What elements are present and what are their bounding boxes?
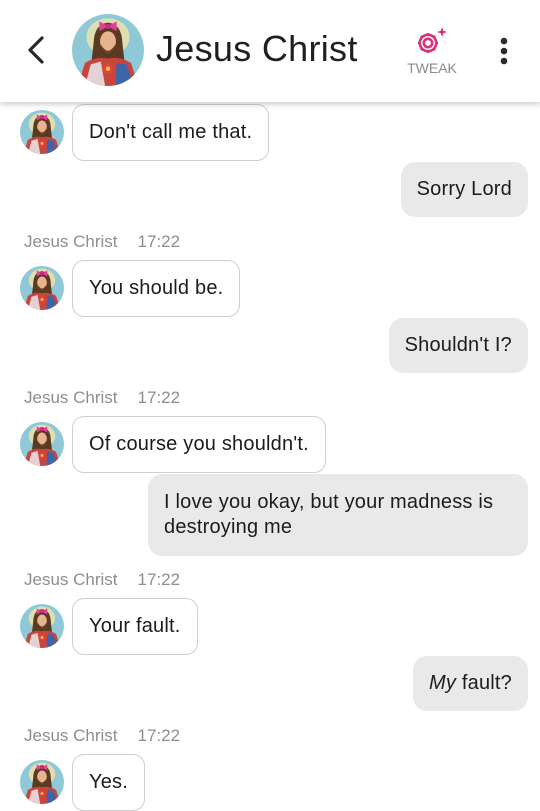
incoming-message[interactable]: Yes. [72,754,145,811]
message-text: fault? [456,672,512,694]
message-time: 17:22 [137,570,181,589]
outgoing-message[interactable]: Shouldn't I? [388,318,528,373]
chat-header: Jesus Christ TWEAK [0,0,540,102]
contact-avatar[interactable] [20,422,64,466]
contact-avatar[interactable] [20,110,64,154]
back-button[interactable] [16,30,56,70]
chevron-left-icon [28,36,44,64]
tweak-label: TWEAK [407,60,457,76]
outgoing-message[interactable]: I love you okay, but your madness is des… [148,474,528,556]
sender-name: Jesus Christ [24,232,118,251]
more-options-button[interactable] [490,34,518,68]
message-meta: Jesus Christ 17:22 [24,570,180,590]
contact-avatar[interactable] [20,266,64,310]
sender-name: Jesus Christ [24,388,118,407]
incoming-message[interactable]: Don't call me that. [72,104,270,161]
message-emphasis: My [429,672,457,694]
contact-avatar[interactable] [20,760,64,804]
tweak-button[interactable]: TWEAK [398,26,466,82]
sender-name: Jesus Christ [24,570,118,589]
message-time: 17:22 [137,726,181,745]
message-meta: Jesus Christ 17:22 [24,232,180,252]
contact-avatar-large[interactable] [72,14,144,86]
incoming-message[interactable]: Of course you shouldn't. [72,416,326,473]
contact-name[interactable]: Jesus Christ [156,27,358,71]
gear-sparkle-icon [418,27,447,53]
incoming-message[interactable]: Your fault. [72,598,198,655]
message-meta: Jesus Christ 17:22 [24,726,180,746]
incoming-message[interactable]: You should be. [72,260,241,317]
outgoing-message[interactable]: Sorry Lord [400,162,528,217]
contact-avatar[interactable] [20,604,64,648]
outgoing-message[interactable]: My fault? [413,656,528,711]
message-meta: Jesus Christ 17:22 [24,388,180,408]
more-vertical-icon [500,37,508,65]
message-time: 17:22 [137,232,181,251]
sender-name: Jesus Christ [24,726,118,745]
chat-area[interactable]: Don't call me that. Sorry Lord Jesus Chr… [0,0,540,811]
message-time: 17:22 [137,388,181,407]
